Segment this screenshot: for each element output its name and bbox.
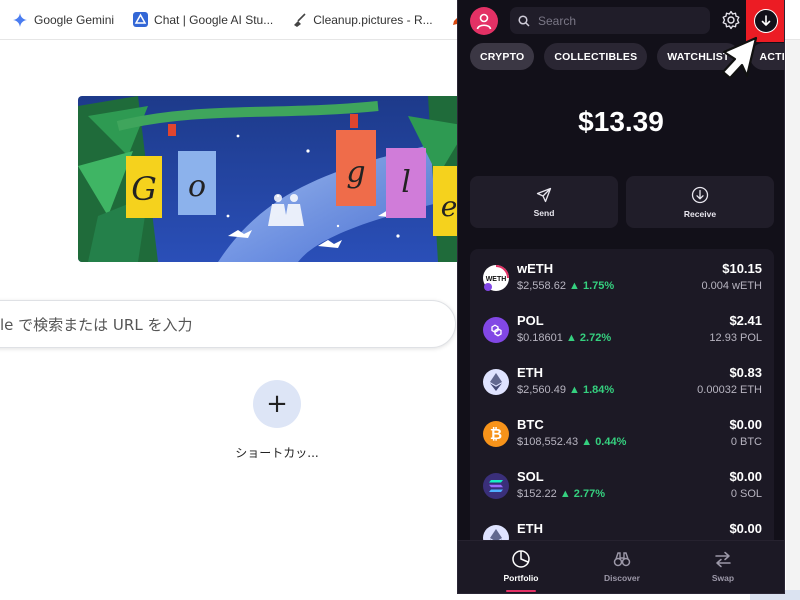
- asset-price: $108,552.43 ▲ 0.44%: [517, 436, 627, 448]
- asset-amount: 0.004 wETH: [701, 280, 762, 292]
- search-icon: [518, 14, 530, 27]
- receive-icon: [691, 186, 709, 203]
- asset-symbol: POL: [517, 313, 544, 328]
- nav-label: Portfolio: [503, 573, 539, 583]
- asset-value: $0.00: [729, 417, 762, 432]
- doodle-letter-l: l: [401, 165, 411, 200]
- receive-label: Receive: [683, 208, 717, 219]
- google-doodle[interactable]: G o g l e: [78, 96, 468, 262]
- bookmark-label: Chat | Google AI Stu...: [154, 12, 274, 27]
- weth-icon: WETH: [483, 265, 509, 291]
- nav-label: Discover: [604, 573, 640, 583]
- solana-icon: [483, 473, 509, 499]
- settings-button[interactable]: [721, 10, 741, 30]
- asset-price: $152.22 ▲ 2.77%: [517, 488, 605, 500]
- doodle-letter-o: o: [188, 169, 206, 204]
- cleanup-brush-icon: [291, 12, 307, 28]
- asset-amount: 0.00032 ETH: [697, 384, 762, 396]
- asset-price: $2,558.62 ▲ 1.75%: [517, 280, 615, 292]
- asset-value: $0.00: [729, 469, 762, 484]
- asset-value: $2.41: [729, 313, 762, 328]
- asset-value: $0.00: [729, 521, 762, 536]
- asset-row-sol[interactable]: SOL $152.22 ▲ 2.77% $0.00 0 SOL: [470, 461, 774, 513]
- search-input[interactable]: [538, 13, 698, 28]
- asset-symbol: SOL: [517, 469, 544, 484]
- nav-label: Swap: [711, 573, 735, 583]
- binoculars-icon: [613, 552, 631, 567]
- asset-row-pol[interactable]: POL $0.18601 ▲ 2.72% $2.41 12.93 POL: [470, 305, 774, 357]
- ethereum-icon: [483, 369, 509, 395]
- doodle-letter-g2: g: [346, 155, 365, 190]
- asset-value: $0.83: [729, 365, 762, 380]
- asset-symbol: ETH: [517, 365, 543, 380]
- asset-symbol: ETH: [517, 521, 543, 536]
- asset-amount: 12.93 POL: [709, 332, 762, 344]
- swap-arrows-icon: [715, 551, 731, 568]
- user-icon: [476, 13, 492, 30]
- nav-discover[interactable]: Discover: [587, 549, 657, 583]
- plus-icon: +: [266, 389, 288, 419]
- asset-value: $10.15: [722, 261, 762, 276]
- total-balance: $13.39: [578, 106, 664, 137]
- pointer-arrow-icon: [721, 36, 758, 80]
- polygon-icon: [483, 317, 509, 343]
- bookmark-ai-studio[interactable]: Chat | Google AI Stu...: [132, 12, 273, 28]
- search-box-placeholder: le で検索または URL を入力: [0, 315, 193, 334]
- nav-portfolio[interactable]: Portfolio: [486, 549, 556, 583]
- download-button[interactable]: [754, 9, 778, 33]
- doodle-letter-g: G: [131, 170, 157, 208]
- gear-icon: [722, 10, 740, 30]
- asset-list: WETH wETH $2,558.62 ▲ 1.75% $10.15 0.004…: [470, 249, 774, 549]
- asset-amount: 0 SOL: [730, 488, 762, 500]
- tab-collectibles[interactable]: COLLECTIBLES: [544, 43, 648, 70]
- nav-swap[interactable]: Swap: [688, 549, 758, 583]
- asset-row-btc[interactable]: ₿ BTC $108,552.43 ▲ 0.44% $0.00 0 BTC: [470, 409, 774, 461]
- asset-amount: 0 BTC: [730, 436, 762, 448]
- asset-price: $2,560.49 ▲ 1.84%: [517, 384, 615, 396]
- wallet-search[interactable]: [510, 7, 710, 34]
- asset-row-eth[interactable]: ETH $2,560.49 ▲ 1.84% $0.83 0.00032 ETH: [470, 357, 774, 409]
- bookmark-google-gemini[interactable]: Google Gemini: [12, 12, 114, 28]
- send-label: Send: [533, 207, 555, 218]
- tab-crypto[interactable]: CRYPTO: [470, 43, 535, 70]
- doodle-letter-e: e: [441, 190, 458, 223]
- download-icon: [761, 15, 771, 26]
- asset-symbol: BTC: [517, 417, 544, 432]
- bottom-nav: Portfolio Discover Swap: [458, 540, 784, 593]
- bitcoin-icon: ₿: [483, 421, 509, 447]
- search-box[interactable]: le で検索または URL を入力: [0, 300, 456, 348]
- receive-button[interactable]: Receive: [626, 176, 774, 228]
- bookmark-label: Google Gemini: [34, 12, 115, 27]
- add-shortcut-label: ショートカッ...: [235, 446, 319, 460]
- bookmark-cleanup-pictures[interactable]: Cleanup.pictures - R...: [291, 12, 433, 28]
- asset-price: $0.18601 ▲ 2.72%: [517, 332, 612, 344]
- bookmark-label: Cleanup.pictures - R...: [313, 12, 433, 27]
- weth-badge-text: WETH: [486, 276, 507, 283]
- active-tab-indicator: [506, 590, 536, 592]
- send-icon: [536, 187, 552, 202]
- send-button[interactable]: Send: [470, 176, 618, 228]
- account-avatar[interactable]: [470, 7, 498, 35]
- gemini-sparkle-icon: [12, 12, 28, 28]
- portfolio-pie-icon: [512, 550, 530, 568]
- wallet-popup: CRYPTO COLLECTIBLES WATCHLIST ACTIVITY $…: [457, 0, 785, 594]
- asset-symbol: wETH: [517, 261, 554, 276]
- browser-scroll-edge: [786, 40, 800, 600]
- ai-studio-icon: [132, 12, 148, 28]
- asset-row-weth[interactable]: WETH wETH $2,558.62 ▲ 1.75% $10.15 0.004…: [470, 253, 774, 305]
- add-shortcut-button[interactable]: +: [253, 380, 301, 428]
